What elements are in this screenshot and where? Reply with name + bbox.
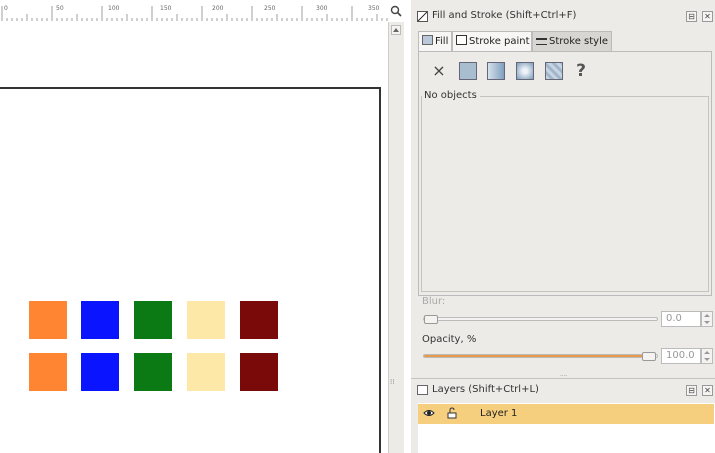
fill-tab-icon: [422, 35, 433, 45]
layers-icon: [417, 385, 428, 395]
blur-slider-thumb[interactable]: [424, 315, 438, 324]
tab-stroke-paint[interactable]: Stroke paint: [452, 31, 532, 51]
layers-title: Layers (Shift+Ctrl+L): [432, 384, 539, 395]
ruler-label: 150: [160, 5, 172, 12]
color-swatch-rect[interactable]: [29, 353, 67, 391]
ruler-label: 0: [4, 5, 8, 12]
tab-stroke-style[interactable]: Stroke style: [532, 31, 612, 51]
color-swatch-rect[interactable]: [134, 301, 172, 339]
layer-row[interactable]: Layer 1: [418, 404, 714, 424]
fill-stroke-title: Fill and Stroke (Shift+Ctrl+F): [432, 10, 577, 21]
pattern-button[interactable]: [545, 62, 563, 80]
color-swatch-rect[interactable]: [134, 353, 172, 391]
color-swatch-rect[interactable]: [81, 353, 119, 391]
horizontal-ruler: 0 50 100 150 200 250 300 350: [0, 0, 393, 22]
tab-stroke-paint-label: Stroke paint: [469, 36, 530, 47]
close-panel-button[interactable]: ✕: [702, 11, 713, 22]
eye-icon[interactable]: [423, 408, 435, 418]
blur-input[interactable]: 0.0: [661, 311, 701, 327]
color-swatch-rect[interactable]: [187, 353, 225, 391]
opacity-slider[interactable]: [423, 354, 658, 358]
opacity-slider-thumb[interactable]: [642, 352, 656, 361]
collapse-layers-button[interactable]: ⊟: [686, 385, 697, 396]
radial-gradient-button[interactable]: [516, 62, 534, 80]
ruler-label: 100: [108, 5, 120, 12]
unset-paint-button[interactable]: ?: [572, 62, 590, 80]
stroke-paint-tab-icon: [456, 35, 467, 45]
color-swatch-rect[interactable]: [240, 301, 278, 339]
blur-slider[interactable]: [423, 317, 658, 321]
opacity-input[interactable]: 100.0: [661, 348, 701, 364]
flat-color-button[interactable]: [459, 62, 477, 80]
ruler-label: 50: [56, 5, 64, 12]
color-swatch-rect[interactable]: [81, 301, 119, 339]
ruler-label: 350: [368, 5, 380, 12]
tab-fill[interactable]: Fill: [418, 31, 452, 51]
tab-fill-label: Fill: [435, 36, 449, 47]
ruler-label: 300: [316, 5, 328, 12]
paint-group-divider: [480, 96, 709, 97]
dock-separator: [411, 378, 715, 379]
ruler-label: 250: [264, 5, 276, 12]
no-objects-label: No objects: [424, 90, 477, 101]
dock-resize-handle[interactable]: ····: [560, 373, 572, 380]
zoom-icon[interactable]: [390, 5, 402, 17]
no-paint-button[interactable]: ×: [430, 62, 448, 80]
color-swatch-rect[interactable]: [29, 301, 67, 339]
ruler-ticks: 0 50 100 150 200 250 300 350: [1, 5, 393, 21]
layers-header: Layers (Shift+Ctrl+L) ⊟ ✕: [414, 382, 714, 400]
paint-group-box: [421, 96, 709, 292]
fill-stroke-header: Fill and Stroke (Shift+Ctrl+F) ⊟ ✕: [414, 8, 714, 26]
scroll-up-icon[interactable]: [391, 25, 401, 35]
opacity-slider-fill: [424, 355, 645, 357]
dock-grip-icon[interactable]: ⁞⁞: [390, 378, 404, 388]
collapse-panel-button[interactable]: ⊟: [686, 11, 697, 22]
color-swatch-rect[interactable]: [240, 353, 278, 391]
stroke-style-tab-icon: [536, 38, 547, 45]
ruler-label: 200: [212, 5, 224, 12]
blur-label: Blur:: [422, 296, 446, 307]
linear-gradient-button[interactable]: [487, 62, 505, 80]
fill-stroke-icon: [417, 11, 428, 22]
opacity-spin-button[interactable]: [701, 348, 713, 364]
color-swatch-rect[interactable]: [187, 301, 225, 339]
vertical-scrollbar[interactable]: [388, 22, 404, 453]
close-layers-button[interactable]: ✕: [702, 385, 713, 396]
blur-spin-button[interactable]: [701, 311, 713, 327]
unlock-icon[interactable]: [446, 407, 458, 419]
opacity-label: Opacity, %: [422, 334, 477, 345]
layer-name: Layer 1: [480, 408, 518, 419]
document-page[interactable]: [0, 87, 381, 453]
tab-stroke-style-label: Stroke style: [549, 36, 609, 47]
